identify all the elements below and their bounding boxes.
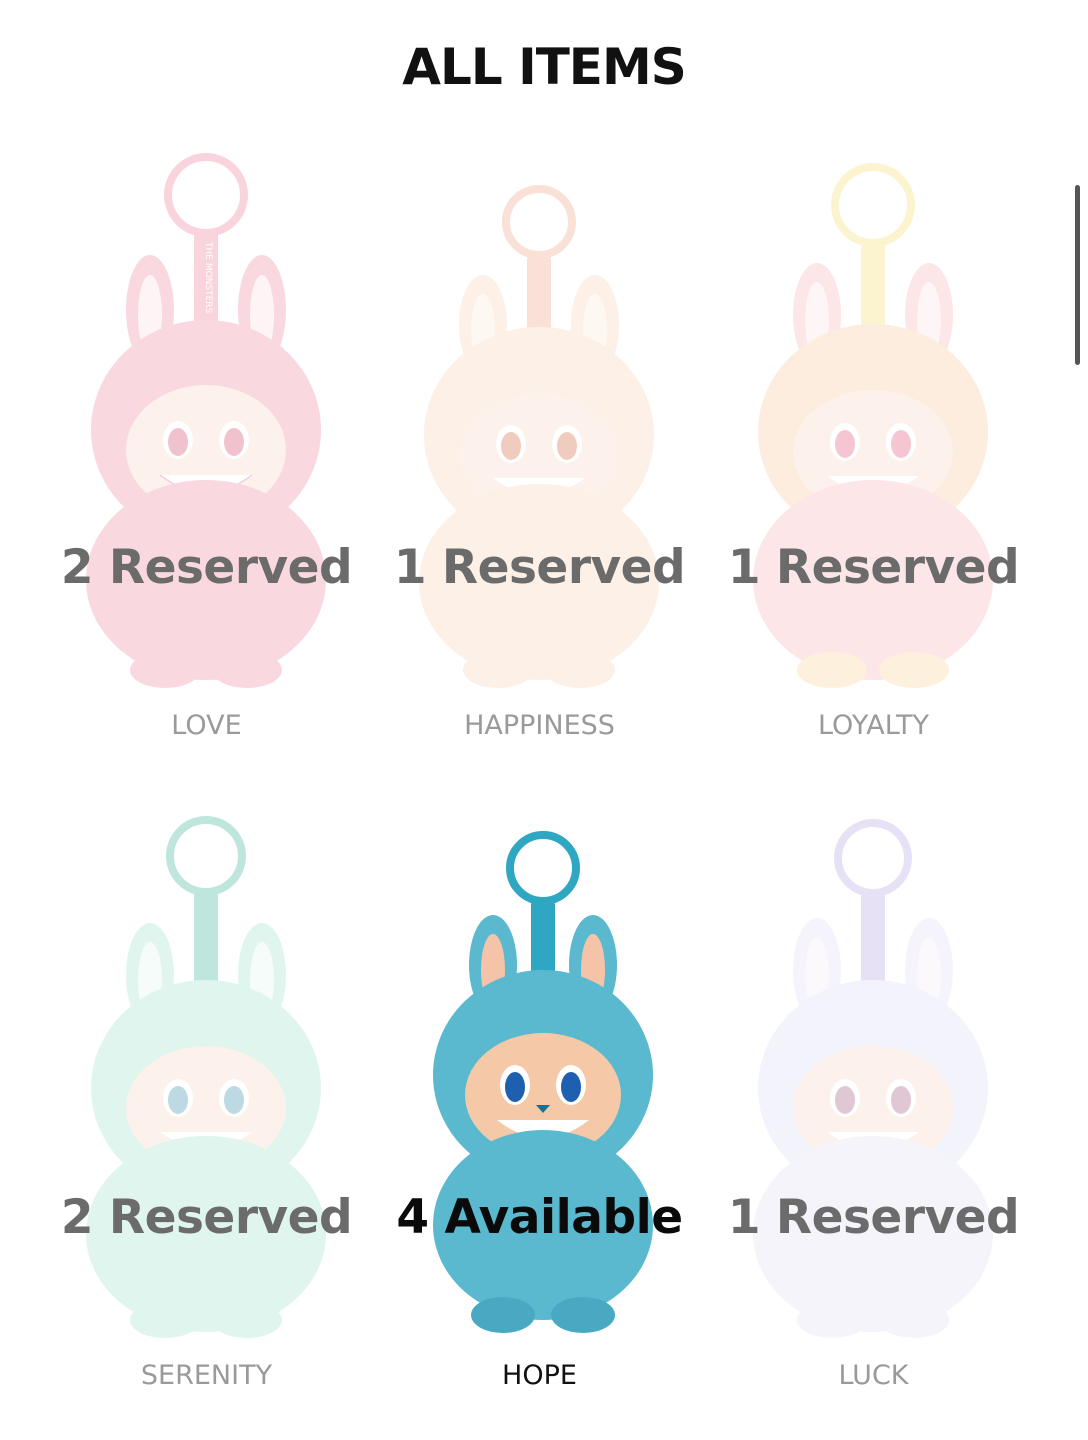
product-card-hope[interactable]: 4 Available HOPE xyxy=(373,800,706,1420)
stock-status: 1 Reserved xyxy=(727,540,1020,595)
stock-status: 4 Available xyxy=(396,1190,683,1245)
scrollbar-thumb[interactable] xyxy=(1075,185,1080,365)
stock-status: 2 Reserved xyxy=(60,1190,353,1245)
plush-keychain-icon xyxy=(753,819,993,1338)
product-image xyxy=(373,150,706,710)
product-card-love[interactable]: THE MONSTERS 2 Reserved LOVE xyxy=(40,150,373,770)
product-image xyxy=(40,800,373,1360)
product-card-loyalty[interactable]: 1 Reserved LOYALTY xyxy=(707,150,1040,770)
product-card-happiness[interactable]: 1 Reserved HAPPINESS xyxy=(373,150,706,770)
product-name: LOVE xyxy=(171,710,242,741)
product-card-serenity[interactable]: 2 Reserved SERENITY xyxy=(40,800,373,1420)
plush-keychain-icon xyxy=(433,831,653,1333)
product-image xyxy=(707,150,1040,710)
product-image xyxy=(707,800,1040,1360)
product-name: HOPE xyxy=(502,1360,577,1391)
product-grid: THE MONSTERS 2 Reserved LOVE 1 Reserved … xyxy=(40,150,1040,1420)
product-image: THE MONSTERS xyxy=(40,150,373,710)
product-name: LOYALTY xyxy=(817,710,930,741)
stock-status: 1 Reserved xyxy=(393,540,686,595)
plush-keychain-icon: THE MONSTERS xyxy=(86,153,326,688)
stock-status: 2 Reserved xyxy=(60,540,353,595)
plush-keychain-icon xyxy=(86,816,326,1338)
plush-keychain-icon xyxy=(419,185,659,688)
product-name: LUCK xyxy=(838,1360,909,1391)
plush-keychain-icon xyxy=(753,163,993,688)
product-image xyxy=(373,800,706,1360)
svg-text:THE MONSTERS: THE MONSTERS xyxy=(203,241,213,314)
stock-status: 1 Reserved xyxy=(727,1190,1020,1245)
page-title: ALL ITEMS xyxy=(402,38,686,96)
product-name: HAPPINESS xyxy=(464,710,615,741)
product-name: SERENITY xyxy=(140,1360,273,1391)
product-card-luck[interactable]: 1 Reserved LUCK xyxy=(707,800,1040,1420)
